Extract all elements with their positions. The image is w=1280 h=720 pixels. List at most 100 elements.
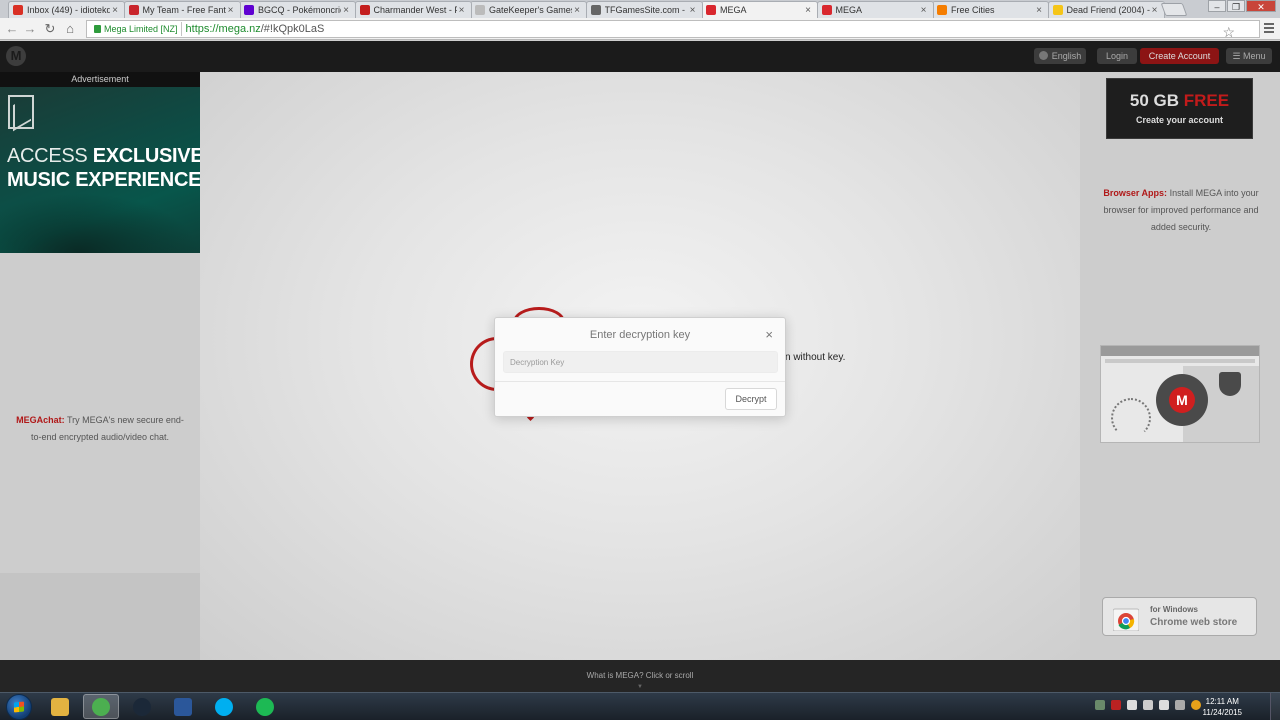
ad-headline-plain: ACCESS: [7, 145, 93, 167]
chrome-icon: [92, 697, 110, 716]
tab-title: My Team - Free Fanta: [142, 5, 226, 15]
taskbar-app[interactable]: [124, 694, 160, 719]
skype-icon: [215, 697, 233, 716]
browser-tab[interactable]: TFGamesSite.com - Int×: [585, 1, 703, 18]
browser-tab-strip: Dead Friend (2004) - I × Free Cities × MEGA ×…: [0, 0, 1280, 18]
illustration-addressbar: [1105, 359, 1255, 363]
tray-network-icon[interactable]: [1143, 700, 1153, 710]
language-button[interactable]: English: [1034, 48, 1086, 64]
tab-title: Charmander West - F: [373, 5, 457, 15]
system-tray: [1095, 700, 1201, 710]
tab-title: GateKeeper's Games: [489, 5, 572, 15]
ev-certificate-badge[interactable]: Mega Limited [NZ]: [91, 22, 182, 36]
free-storage-promo[interactable]: 50 GB FREE Create your account: [1106, 78, 1253, 139]
back-arrow-icon[interactable]: ←: [4, 21, 20, 37]
yahoo-icon: [244, 5, 254, 15]
megachat-link[interactable]: MEGAchat:: [16, 415, 65, 425]
dialog-divider: [495, 381, 785, 382]
bookmark-star-icon[interactable]: ☆: [1222, 24, 1235, 40]
forward-arrow-icon[interactable]: →: [22, 21, 38, 37]
tray-update-icon[interactable]: [1191, 700, 1201, 710]
clock-date: 11/24/2015: [1202, 708, 1242, 717]
mega-logo-icon[interactable]: M: [6, 46, 26, 66]
tab-close-icon[interactable]: ×: [1034, 5, 1044, 16]
decrypt-button[interactable]: Decrypt: [725, 388, 777, 410]
browser-tab[interactable]: Free Cities ×: [932, 1, 1049, 18]
taskbar-app[interactable]: [42, 694, 78, 719]
tray-power-icon[interactable]: [1175, 700, 1185, 710]
ad-background: [0, 193, 200, 253]
system-clock[interactable]: 12:11 AM 11/24/2015: [1203, 696, 1242, 718]
address-bar[interactable]: Mega Limited [NZ] https://mega.nz/#!kQpk…: [86, 20, 1260, 40]
tray-flag-icon[interactable]: [1127, 700, 1137, 710]
home-icon[interactable]: ⌂: [62, 21, 78, 37]
link-icon: [590, 5, 601, 15]
browser-tab[interactable]: BGCQ - Pokémoncrief ×: [239, 1, 356, 18]
word-icon: [174, 697, 192, 716]
left-sidebar-footer: [0, 573, 200, 660]
tab-close-icon[interactable]: ×: [226, 5, 236, 16]
tray-antivirus-icon[interactable]: [1111, 700, 1121, 710]
login-button[interactable]: Login: [1097, 48, 1137, 64]
ad-headline-line1: ACCESS EXCLUSIVE: [7, 145, 200, 168]
minimize-button[interactable]: –: [1208, 0, 1226, 12]
tab-close-icon[interactable]: ×: [341, 5, 351, 16]
window-controls: – ❐ ✕: [1208, 0, 1276, 12]
ad-headline-line2: MUSIC EXPERIENCES: [7, 169, 200, 191]
tab-close-icon[interactable]: ×: [457, 5, 467, 16]
tray-nvidia-icon[interactable]: [1095, 700, 1105, 710]
browser-tab[interactable]: GateKeeper's Games ×: [470, 1, 587, 18]
maximize-button[interactable]: ❐: [1227, 0, 1245, 12]
browser-tab[interactable]: MEGA ×: [701, 1, 818, 18]
ad-brand-logo-icon: [8, 95, 34, 129]
tray-volume-icon[interactable]: [1159, 700, 1169, 710]
taskbar-app[interactable]: [165, 694, 201, 719]
url-path: /#!kQpk0LaS: [260, 23, 325, 35]
new-tab-button[interactable]: [1160, 3, 1188, 16]
advertisement-banner[interactable]: ACCESS EXCLUSIVE MUSIC EXPERIENCES: [0, 87, 200, 253]
tab-close-icon[interactable]: ×: [688, 5, 698, 16]
browser-tab[interactable]: MEGA ×: [816, 1, 934, 18]
tab-close-icon[interactable]: ×: [803, 5, 813, 16]
tab-close-icon[interactable]: ×: [919, 5, 929, 16]
taskbar-app[interactable]: [247, 694, 283, 719]
create-account-button[interactable]: Create Account: [1140, 48, 1219, 64]
what-is-mega-link[interactable]: What is MEGA? Click or scroll: [0, 671, 1280, 680]
taskbar-app[interactable]: [83, 694, 119, 719]
browser-tab[interactable]: Charmander West - F ×: [354, 1, 472, 18]
tab-title: Dead Friend (2004) - I: [1066, 5, 1150, 15]
reload-icon[interactable]: ↻: [42, 21, 58, 37]
close-window-button[interactable]: ✕: [1246, 0, 1276, 12]
ev-label: Mega Limited [NZ]: [104, 24, 178, 34]
shield-icon: [1219, 372, 1241, 396]
background-notice-fragment: n without key.: [785, 352, 846, 363]
tab-close-icon[interactable]: ×: [1150, 5, 1160, 16]
tab-close-icon[interactable]: ×: [572, 5, 582, 16]
browser-tab[interactable]: My Team - Free Fanta ×: [123, 1, 241, 18]
taskbar-app[interactable]: [206, 694, 242, 719]
chrome-web-store-badge[interactable]: for Windows Chrome web store: [1102, 597, 1257, 636]
tab-close-icon[interactable]: ×: [110, 5, 120, 16]
nfl-icon: [128, 5, 139, 15]
tab-title: MEGA: [720, 5, 747, 15]
clock-time: 12:11 AM: [1205, 697, 1239, 706]
illustration-titlebar: [1101, 346, 1259, 356]
close-icon[interactable]: ×: [765, 327, 773, 342]
decryption-key-input[interactable]: [503, 351, 778, 373]
browser-tab[interactable]: Inbox (449) - idiotekq ×: [8, 1, 125, 18]
start-button[interactable]: [6, 694, 32, 720]
blogger-icon: [937, 5, 947, 15]
left-sidebar: Advertisement ACCESS EXCLUSIVE MUSIC EXP…: [0, 72, 200, 660]
tab-title: Inbox (449) - idiotekq: [27, 5, 110, 15]
browser-tab[interactable]: Dead Friend (2004) - I ×: [1047, 1, 1165, 18]
megachat-promo: MEGAchat: Try MEGA's new secure end-to-e…: [12, 412, 188, 446]
url-text: https://mega.nz/#!kQpk0LaS: [186, 23, 325, 35]
mega-header: M English Login Create Account ☰ Menu: [0, 41, 1280, 72]
show-desktop-button[interactable]: [1270, 693, 1280, 720]
advertisement-label: Advertisement: [0, 72, 200, 87]
menu-button[interactable]: ☰ Menu: [1226, 48, 1272, 64]
globe-icon: [1038, 51, 1048, 60]
page-footer-bar: What is MEGA? Click or scroll ▼: [0, 660, 1280, 692]
browser-apps-link[interactable]: Browser Apps:: [1103, 188, 1167, 198]
chrome-menu-icon[interactable]: [1264, 23, 1274, 35]
